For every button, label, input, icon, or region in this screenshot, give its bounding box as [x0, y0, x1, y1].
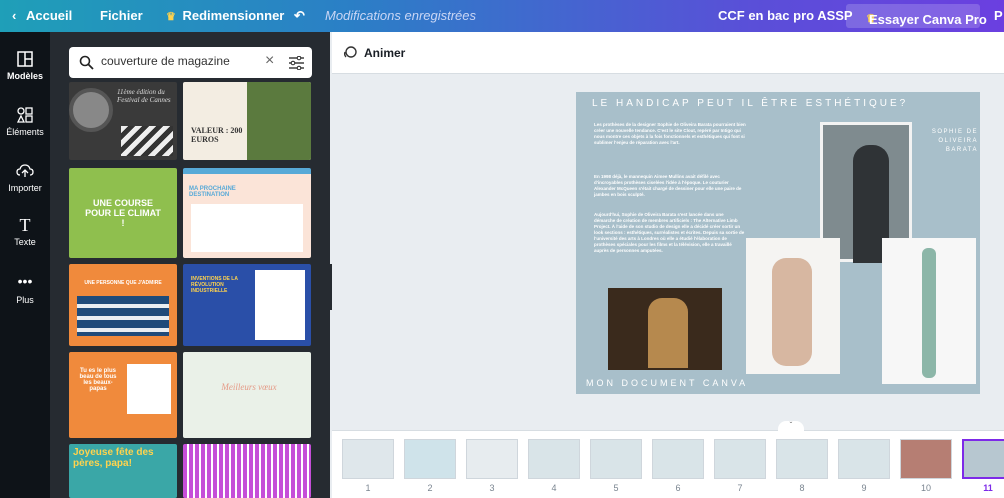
undo-button[interactable]: ↶	[294, 8, 305, 24]
nav-elements[interactable]: Éléments	[0, 106, 50, 137]
mother-child-photo	[746, 238, 840, 374]
stripes-image	[121, 126, 173, 156]
destination-text: MA PROCHAINE DESTINATION	[189, 186, 236, 198]
template-fete-peres[interactable]: Joyeuse fête des pères, papa!	[69, 444, 177, 498]
template-purple[interactable]	[183, 444, 311, 498]
animate-icon	[343, 46, 357, 58]
admire-text: UNE PERSONNE QUE J'ADMIRE	[84, 280, 162, 286]
file-menu[interactable]: Fichier	[100, 8, 143, 23]
destination-box	[191, 204, 303, 252]
design-page[interactable]: LE HANDICAP PEUT IL ÊTRE ESTHÉTIQUE? Les…	[576, 92, 980, 394]
revolution-text: INVENTIONS DE LA RÉVOLUTION INDUSTRIELLE	[191, 276, 238, 294]
template-destination[interactable]: MA PROCHAINE DESTINATION	[183, 168, 311, 258]
share-button[interactable]: P	[994, 8, 1003, 23]
filter-icon[interactable]	[289, 56, 304, 70]
elements-icon	[16, 107, 33, 123]
page-thumbnail[interactable]	[528, 439, 580, 479]
climat-text: UNE COURSE POUR LE CLIMAT !	[85, 198, 161, 228]
search-input[interactable]	[101, 54, 251, 68]
fete-peres-text: Joyeuse fête des pères, papa!	[73, 447, 154, 469]
dad-photo	[127, 364, 171, 414]
template-beau-papa[interactable]: Tu es le plus beau de tous les beaux-pap…	[69, 352, 177, 438]
page-number: 4	[551, 483, 557, 493]
side-nav: Modèles Éléments Importer T Texte ••• Pl…	[0, 32, 50, 498]
animate-button[interactable]: Animer	[364, 46, 405, 60]
design-footer: MON DOCUMENT CANVA	[586, 378, 749, 388]
search-icon	[79, 55, 94, 70]
clear-icon[interactable]: ×	[265, 52, 274, 70]
nav-upload[interactable]: Importer	[0, 162, 50, 193]
save-status: Modifications enregistrées	[325, 8, 477, 23]
page-thumbnail[interactable]	[900, 439, 952, 479]
prosthesis-leg-photo	[882, 238, 976, 384]
crown-icon: ♛	[166, 11, 176, 23]
page-thumbnail[interactable]	[590, 439, 642, 479]
search-box[interactable]: ×	[69, 47, 312, 78]
pages-toggle-button[interactable]: ˇ	[778, 421, 804, 431]
try-pro-button[interactable]: ♛ Essayer Canva Pro	[846, 4, 987, 28]
template-admire[interactable]: UNE PERSONNE QUE J'ADMIRE	[69, 264, 177, 346]
top-bar: ‹ Accueil Fichier ♛ Redimensionner ↶ Mod…	[0, 0, 1004, 32]
voeux-text: Meilleurs vœux	[221, 382, 277, 392]
revolution-page	[255, 270, 305, 340]
festival-text: 11ème édition du Festival de Cannes	[117, 88, 171, 104]
home-button[interactable]: ‹ Accueil	[12, 8, 72, 23]
design-paragraph-1: Les prothèses de la designer Sophie de O…	[594, 122, 746, 145]
page-number: 9	[861, 483, 867, 493]
template-voeux[interactable]: Meilleurs vœux	[183, 352, 311, 438]
template-festival[interactable]: 11ème édition du Festival de Cannes	[69, 82, 177, 160]
nav-templates[interactable]: Modèles	[0, 50, 50, 81]
template-climat[interactable]: UNE COURSE POUR LE CLIMAT !	[69, 168, 177, 258]
pages-strip: ˇ 1 2 3 4 5 6 7 8 9 10 11	[332, 421, 1004, 498]
film-reel-image	[69, 88, 113, 132]
woman-golden-photo	[608, 288, 722, 370]
resize-button[interactable]: ♛ Redimensionner	[166, 8, 284, 23]
page-thumbnail[interactable]	[466, 439, 518, 479]
page-number: 1	[365, 483, 371, 493]
template-revolution[interactable]: INVENTIONS DE LA RÉVOLUTION INDUSTRIELLE	[183, 264, 311, 346]
page-number: 10	[920, 483, 931, 493]
templates-icon	[17, 51, 33, 67]
people-photo	[247, 82, 311, 160]
page-thumbnail[interactable]	[962, 439, 1004, 479]
design-paragraph-2: En 1998 déjà, le mannequin Aimee Mullins…	[594, 174, 742, 197]
page-number: 6	[675, 483, 681, 493]
page-thumbnail[interactable]	[404, 439, 456, 479]
page-number: 8	[799, 483, 805, 493]
valeur-text: VALEUR : 200 EUROS	[191, 126, 243, 144]
admire-table	[77, 296, 169, 336]
page-number: 5	[613, 483, 619, 493]
page-number: 2	[427, 483, 433, 493]
page-number: 7	[737, 483, 743, 493]
template-valeur[interactable]: VALEUR : 200 EUROS	[183, 82, 311, 160]
page-thumbnail[interactable]	[838, 439, 890, 479]
chevron-left-icon: ‹	[12, 8, 17, 23]
design-author: SOPHIE DE OLIVEIRA BARATA	[931, 129, 978, 153]
page-thumbnail[interactable]	[652, 439, 704, 479]
upload-icon	[16, 164, 34, 177]
design-paragraph-3: Aujourd'hui, Sophie de Oliveira Barata s…	[594, 212, 745, 253]
page-number: 11	[983, 483, 993, 493]
page-thumbnail[interactable]	[776, 439, 828, 479]
more-icon: •••	[17, 273, 33, 289]
templates-panel: × 11ème édition du Festival de Cannes VA…	[50, 32, 330, 498]
beau-papa-text: Tu es le plus beau de tous les beaux-pap…	[79, 368, 117, 392]
text-icon: T	[19, 215, 31, 235]
editor-toolbar: Animer	[332, 32, 1004, 74]
nav-text[interactable]: T Texte	[0, 216, 50, 247]
document-title[interactable]: CCF en bac pro ASSP	[718, 8, 853, 23]
page-thumbnail[interactable]	[342, 439, 394, 479]
design-title: LE HANDICAP PEUT IL ÊTRE ESTHÉTIQUE?	[592, 98, 909, 109]
undo-icon: ↶	[294, 8, 305, 23]
nav-more[interactable]: ••• Plus	[0, 274, 50, 305]
page-number: 3	[489, 483, 495, 493]
page-thumbnail[interactable]	[714, 439, 766, 479]
